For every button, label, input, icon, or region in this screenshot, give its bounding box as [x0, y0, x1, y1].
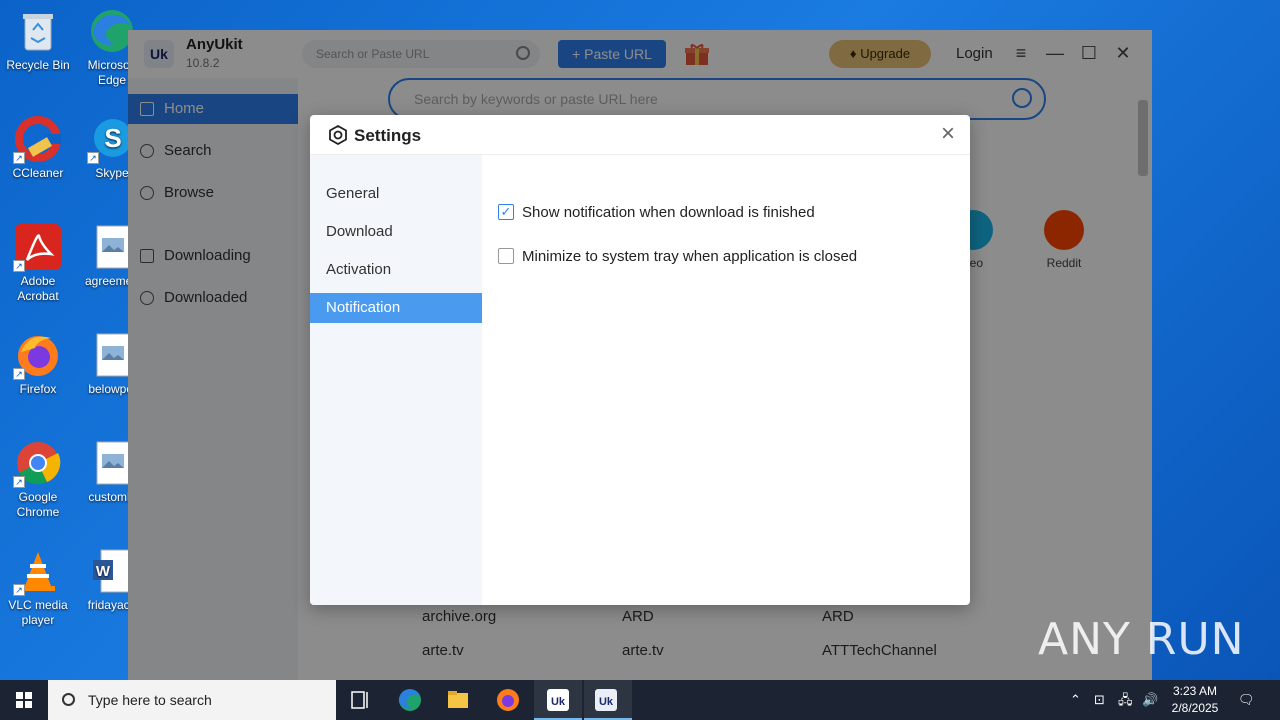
shortcut-arrow-icon: ↗: [13, 260, 25, 272]
desktop-icon-chrome[interactable]: ↗ Google Chrome: [0, 440, 76, 520]
svg-text:Uk: Uk: [599, 696, 614, 708]
taskbar-search-input[interactable]: Type here to search: [48, 680, 336, 720]
shortcut-arrow-icon: ↗: [87, 152, 99, 164]
settings-header: Settings ×: [310, 115, 970, 155]
ccleaner-icon: ↗: [13, 116, 61, 164]
shortcut-arrow-icon: ↗: [13, 368, 25, 380]
taskbar-clock[interactable]: 3:23 AM 2/8/2025: [1160, 683, 1230, 717]
volume-icon[interactable]: 🔊: [1142, 680, 1158, 720]
desktop-icon-label: Firefox: [19, 382, 57, 396]
anyukit-taskbar-icon-2[interactable]: Uk: [584, 680, 632, 720]
file-explorer-icon[interactable]: [434, 680, 482, 720]
task-view-icon[interactable]: [336, 680, 384, 720]
desktop-icon-firefox[interactable]: ↗ Firefox: [0, 332, 76, 397]
shortcut-arrow-icon: ↗: [13, 476, 25, 488]
notify-on-finish-option[interactable]: ✓ Show notification when download is fin…: [498, 204, 815, 222]
firefox-icon: ↗: [13, 332, 61, 380]
desktop-icon-label: Adobe Acrobat: [17, 274, 59, 303]
tray-app-icon[interactable]: ⊡: [1094, 680, 1105, 720]
shortcut-arrow-icon: ↗: [13, 584, 25, 596]
minimize-to-tray-checkbox[interactable]: [498, 248, 514, 264]
settings-icon: [328, 124, 348, 146]
option-label: Minimize to system tray when application…: [522, 248, 858, 265]
chrome-icon: ↗: [13, 440, 61, 488]
desktop-icon-label: Skype: [95, 166, 129, 180]
tab-activation[interactable]: Activation: [310, 255, 482, 285]
vlc-icon: ↗: [13, 548, 61, 596]
shortcut-arrow-icon: ↗: [13, 152, 25, 164]
anyrun-watermark: ANY RUN: [1038, 610, 1245, 670]
taskbar: Type here to search Uk Uk ⌃ ⊡ 🖧 🔊 3:23 A…: [0, 680, 1280, 720]
desktop-icon-label: Google Chrome: [16, 490, 60, 519]
clock-date: 2/8/2025: [1171, 701, 1219, 715]
windows-start-icon[interactable]: [0, 680, 48, 720]
svg-text:S: S: [104, 123, 121, 153]
notifications-icon[interactable]: 🗨: [1238, 680, 1255, 720]
tab-general[interactable]: General: [310, 179, 482, 209]
taskbar-search-placeholder: Type here to search: [88, 692, 212, 708]
search-icon: [62, 693, 75, 706]
show-hidden-icons-chevron[interactable]: ⌃: [1070, 680, 1081, 720]
option-label: Show notification when download is finis…: [522, 204, 815, 221]
settings-dialog: Settings × General Download Activation N…: [310, 115, 970, 605]
tab-download[interactable]: Download: [310, 217, 482, 247]
svg-text:W: W: [96, 563, 111, 580]
desktop-icon-label: Recycle Bin: [6, 58, 70, 72]
svg-text:Uk: Uk: [551, 696, 566, 708]
notify-on-finish-checkbox[interactable]: ✓: [498, 204, 514, 220]
close-icon[interactable]: ×: [936, 122, 960, 147]
acrobat-icon: ↗: [13, 224, 61, 272]
desktop-icon-recycle-bin[interactable]: Recycle Bin: [0, 8, 76, 73]
edge-icon[interactable]: [386, 680, 434, 720]
desktop-icon-label: CCleaner: [12, 166, 64, 180]
tab-notification[interactable]: Notification: [310, 293, 482, 323]
anyukit-taskbar-icon[interactable]: Uk: [534, 680, 582, 720]
desktop-icon-vlc[interactable]: ↗ VLC media player: [0, 548, 76, 628]
settings-title: Settings: [354, 126, 422, 145]
recycle-bin-icon: [15, 8, 61, 54]
network-icon[interactable]: 🖧: [1118, 680, 1133, 720]
desktop-icon-ccleaner[interactable]: ↗ CCleaner: [0, 116, 76, 181]
minimize-to-tray-option[interactable]: Minimize to system tray when application…: [498, 248, 858, 266]
watermark-text: ANY RUN: [1038, 614, 1245, 665]
clock-time: 3:23 AM: [1172, 684, 1218, 698]
firefox-icon[interactable]: [484, 680, 532, 720]
desktop-icon-label: VLC media player: [8, 598, 68, 627]
desktop-icon-acrobat[interactable]: ↗ Adobe Acrobat: [0, 224, 76, 304]
settings-tabs: General Download Activation Notification: [310, 155, 482, 605]
